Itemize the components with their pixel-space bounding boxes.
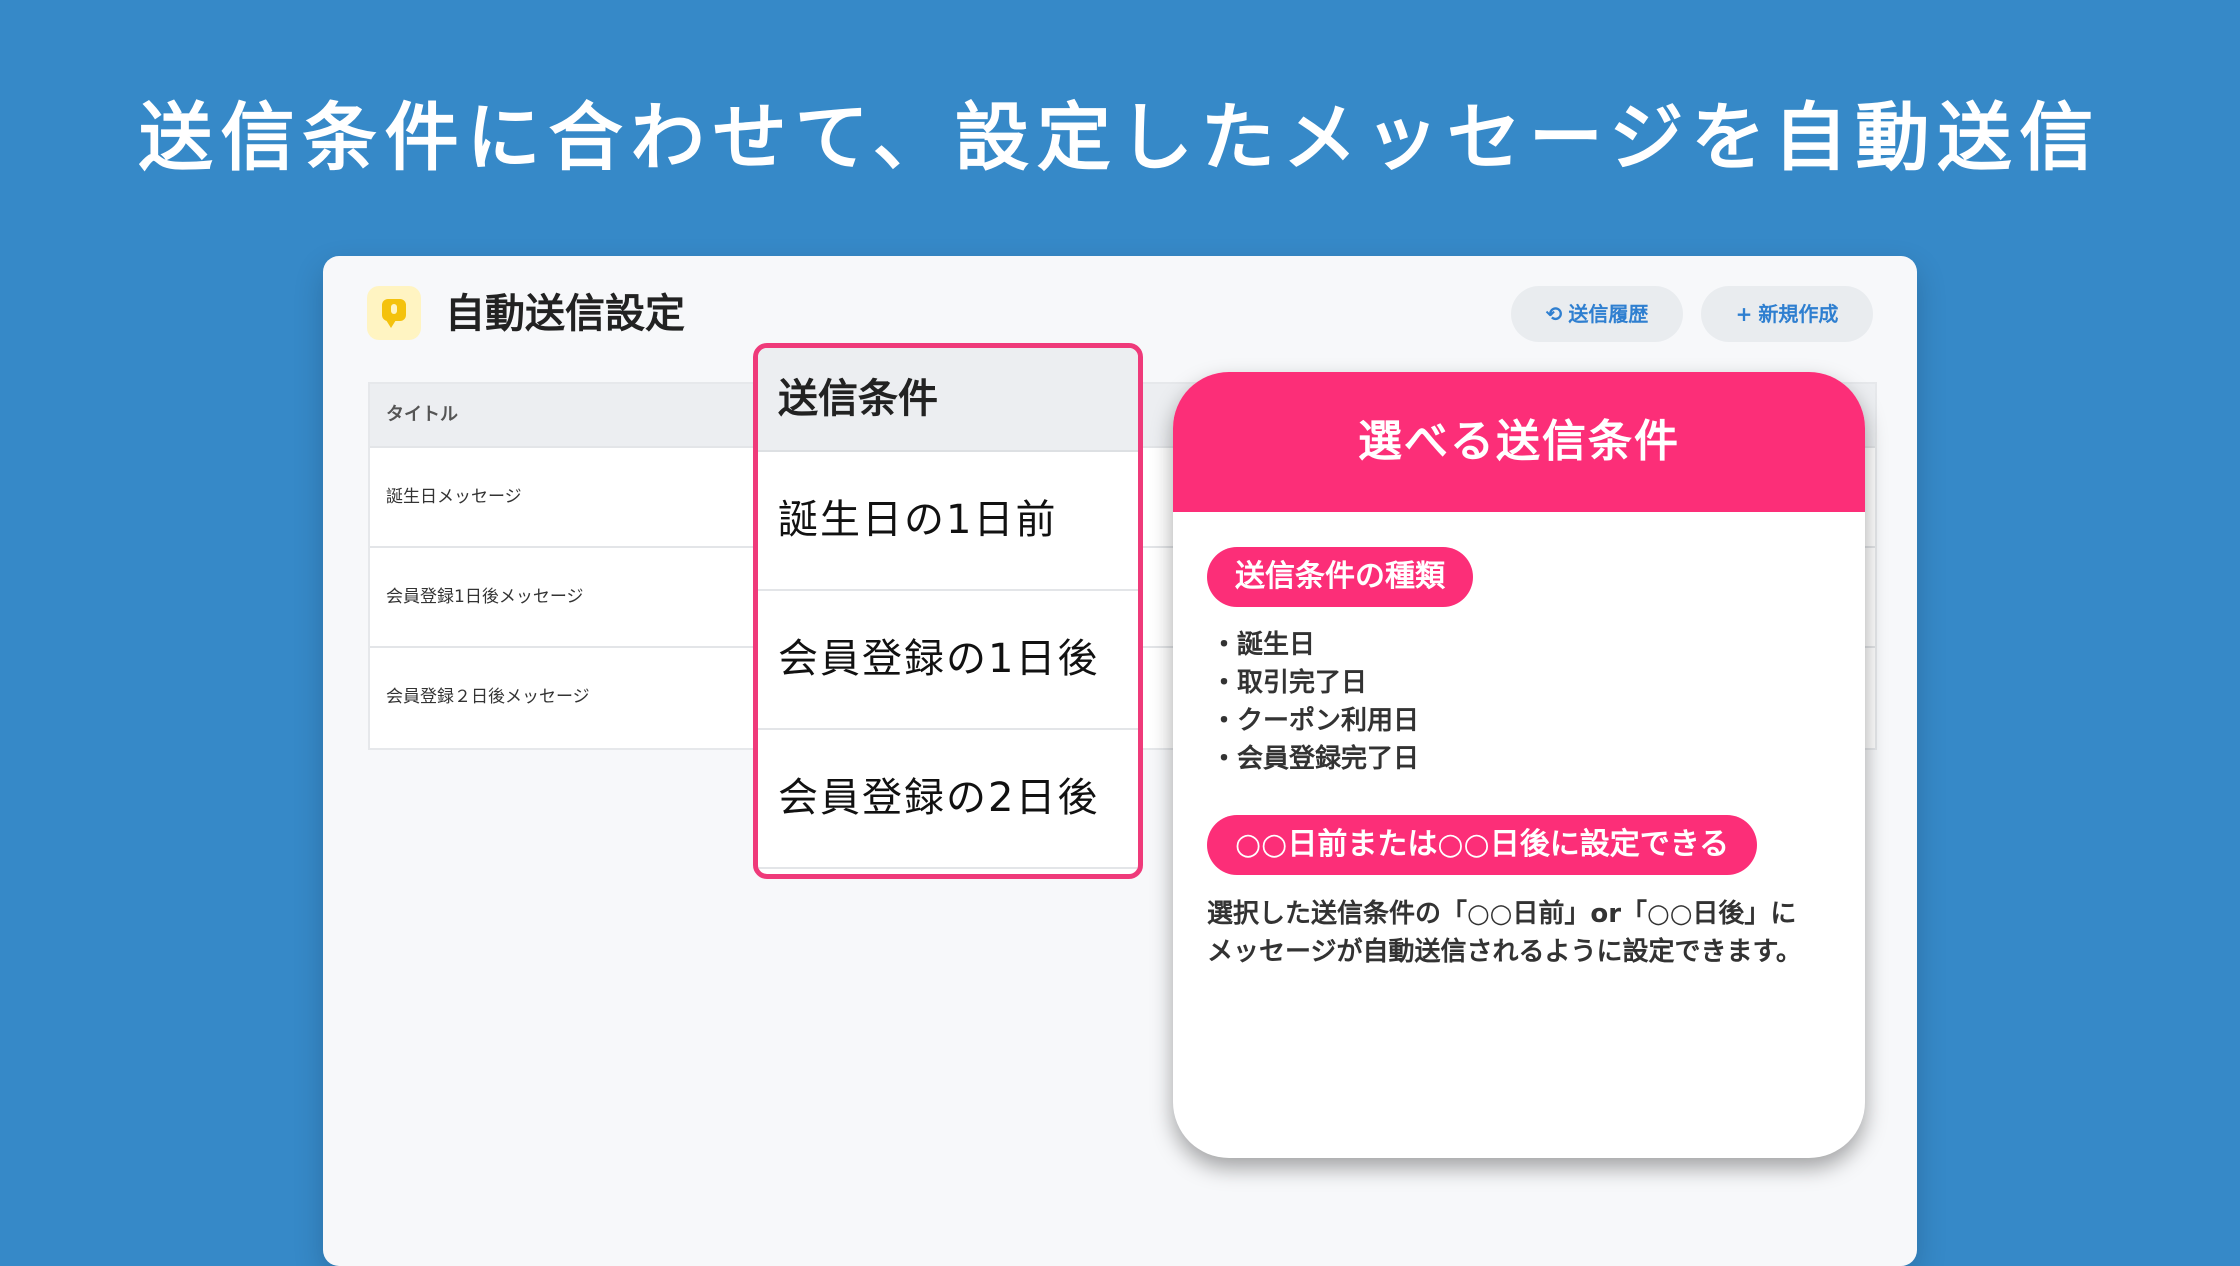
types-label-badge: 送信条件の種類 <box>1207 547 1473 607</box>
condition-cell: 会員登録の2日後 <box>758 730 1138 869</box>
history-button[interactable]: ⟲ 送信履歴 <box>1511 286 1683 342</box>
condition-cell: 会員登録の1日後 <box>758 591 1138 730</box>
condition-column-highlight: 送信条件 誕生日の1日前 会員登録の1日後 会員登録の2日後 <box>753 343 1143 879</box>
chat-bubble-icon <box>367 286 421 340</box>
list-item: 誕生日 <box>1211 626 1419 664</box>
page-title: 自動送信設定 <box>445 291 685 337</box>
plus-icon: + <box>1735 302 1753 326</box>
description-line: 選択した送信条件の「○○日前」or「○○日後」に <box>1207 899 1797 929</box>
history-icon: ⟲ <box>1545 302 1563 326</box>
condition-column-header: 送信条件 <box>758 348 1138 452</box>
condition-callout-card: 選べる送信条件 送信条件の種類 誕生日 取引完了日 クーポン利用日 会員登録完了… <box>1173 372 1865 1158</box>
new-button[interactable]: + 新規作成 <box>1701 286 1873 342</box>
headline: 送信条件に合わせて、設定したメッセージを自動送信 <box>138 95 2102 181</box>
callout-title: 選べる送信条件 <box>1173 372 1865 512</box>
list-item: クーポン利用日 <box>1211 702 1419 740</box>
history-button-label: 送信履歴 <box>1568 302 1649 326</box>
list-item: 取引完了日 <box>1211 664 1419 702</box>
list-item: 会員登録完了日 <box>1211 740 1419 778</box>
description-line: メッセージが自動送信されるように設定できます。 <box>1207 937 1802 967</box>
callout-description: 選択した送信条件の「○○日前」or「○○日後」に メッセージが自動送信されるよう… <box>1207 895 1847 971</box>
days-label-badge: ○○日前または○○日後に設定できる <box>1207 815 1758 875</box>
condition-types-list: 誕生日 取引完了日 クーポン利用日 会員登録完了日 <box>1211 626 1419 778</box>
new-button-label: 新規作成 <box>1758 302 1839 326</box>
condition-cell: 誕生日の1日前 <box>758 452 1138 591</box>
